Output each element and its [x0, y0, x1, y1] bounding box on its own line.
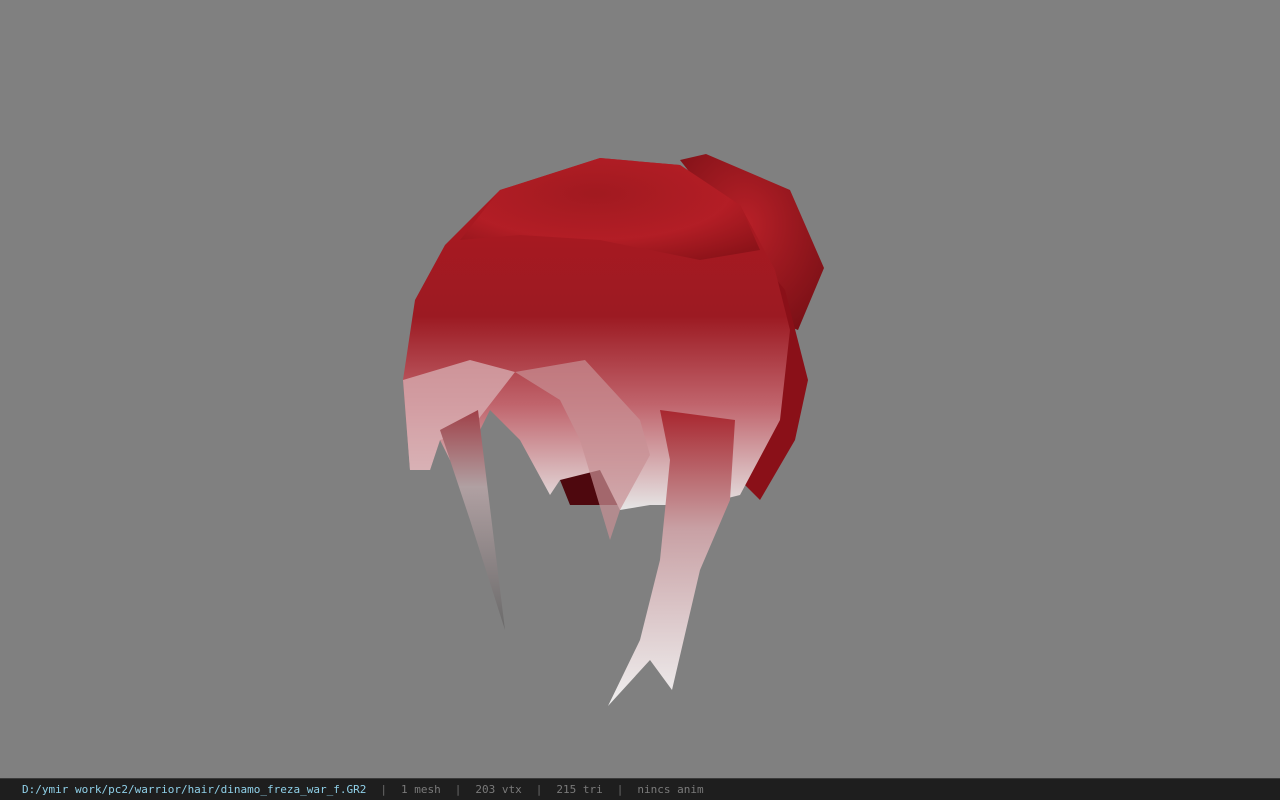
vertex-count: 203 vtx: [475, 783, 522, 796]
hair-model-render: [403, 154, 824, 706]
hair-strand-left: [440, 410, 505, 630]
file-path: D:/ymir work/pc2/warrior/hair/dinamo_fre…: [22, 783, 367, 796]
separator: |: [616, 783, 624, 796]
separator: |: [454, 783, 462, 796]
anim-status: nincs anim: [637, 783, 704, 796]
status-bar: D:/ymir work/pc2/warrior/hair/dinamo_fre…: [0, 778, 1280, 800]
separator: |: [535, 783, 543, 796]
mesh-count: 1 mesh: [401, 783, 441, 796]
3d-viewport[interactable]: [0, 0, 1280, 778]
triangle-count: 215 tri: [556, 783, 603, 796]
separator: |: [380, 783, 387, 796]
